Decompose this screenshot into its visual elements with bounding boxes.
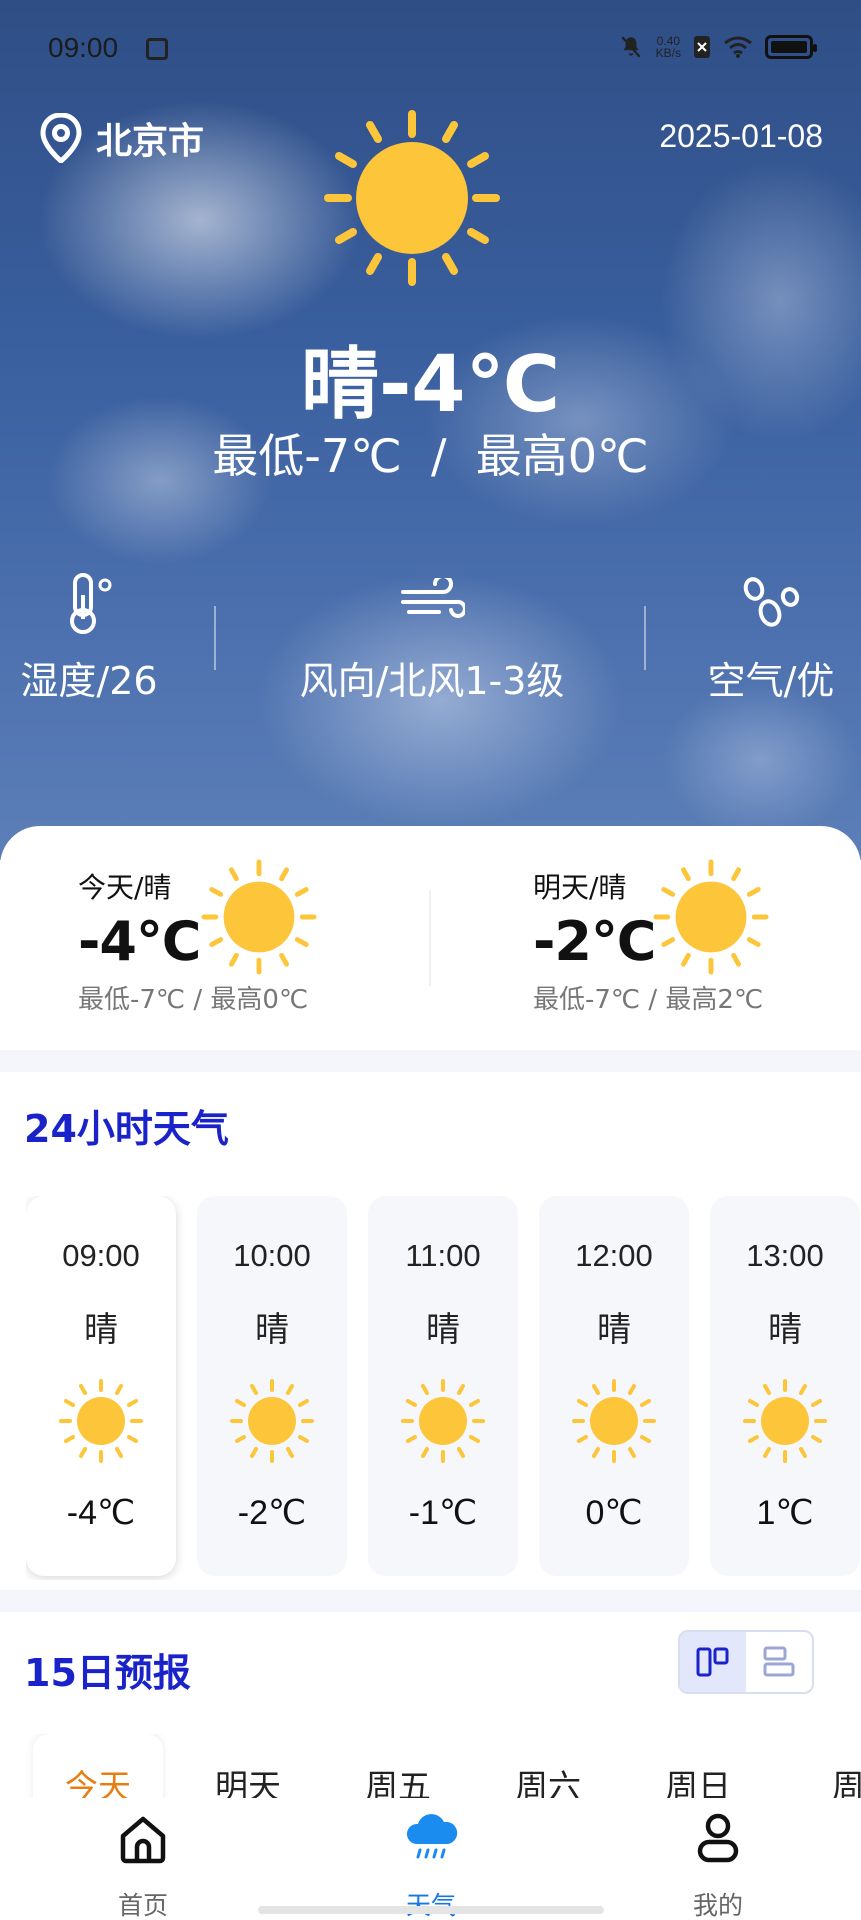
hourly-card[interactable]: 11:00 晴 -1℃: [368, 1196, 518, 1576]
hourly-card[interactable]: 13:00 晴 1℃: [710, 1196, 860, 1576]
home-indicator: [258, 1906, 604, 1914]
wind-metric: 风向/北风1-3级: [286, 570, 578, 705]
current-summary: 晴-4℃: [300, 340, 561, 430]
hour-temp: -4℃: [66, 1494, 136, 1532]
tomorrow-range: 最低-7℃ / 最高2℃: [533, 985, 764, 1015]
nav-mine-label: 我的: [692, 1891, 743, 1920]
hour-temp: -1℃: [408, 1494, 478, 1532]
list-view-button[interactable]: [746, 1632, 812, 1692]
location-pin-icon: [40, 113, 82, 163]
sunny-icon: [59, 1379, 143, 1463]
current-date: 2025-01-08: [659, 118, 823, 154]
battery-icon: [765, 35, 817, 59]
sim-icon: [694, 36, 710, 58]
mute-icon: [621, 36, 641, 58]
status-icons: 0.40 KB/s: [618, 34, 817, 60]
sunny-icon: [401, 1379, 485, 1463]
status-bar: 09:00 0.40 KB/s: [0, 28, 861, 72]
air-quality-label: 空气/优: [707, 659, 835, 703]
air-quality-icon: [743, 577, 800, 627]
status-time: 09:00: [48, 32, 119, 63]
sunny-icon: [324, 110, 500, 286]
home-icon: [120, 1816, 166, 1864]
bottom-nav: 首页 天气 我的: [0, 1800, 861, 1920]
day-tab[interactable]: 周五: [333, 1734, 463, 1798]
section-separator: [0, 1050, 861, 1072]
day-tab[interactable]: 明天: [183, 1734, 313, 1798]
hour-time: 10:00: [233, 1238, 311, 1273]
day-tab[interactable]: 周: [783, 1734, 861, 1798]
day-tabs[interactable]: 今天 明天 周五 周六 周日周: [0, 1734, 861, 1798]
view-toggle[interactable]: [678, 1630, 814, 1694]
nav-home-label: 首页: [117, 1891, 168, 1920]
nav-home[interactable]: 首页: [63, 1800, 223, 1920]
metric-divider: [644, 606, 646, 670]
city-name: 北京市: [96, 121, 205, 162]
sunny-icon: [653, 859, 769, 975]
hourly-card[interactable]: 10:00 晴 -2℃: [197, 1196, 347, 1576]
wind-icon: [401, 578, 465, 618]
forecast15-title: 15日预报: [24, 1651, 191, 1695]
hour-condition: 晴: [84, 1310, 118, 1350]
wind-label: 风向/北风1-3级: [299, 659, 565, 703]
metric-divider: [214, 606, 216, 670]
sunny-icon: [201, 859, 317, 975]
current-range: 最低-7℃ / 最高0℃: [212, 429, 649, 483]
hourly-card[interactable]: 09:00 晴 -4℃: [26, 1196, 176, 1576]
location[interactable]: 北京市: [40, 112, 204, 164]
humidity-metric: 湿度/26: [14, 570, 164, 705]
nav-weather[interactable]: 天气: [351, 1800, 511, 1920]
nav-weather-label: 天气: [351, 1886, 511, 1920]
sunny-icon: [743, 1379, 827, 1463]
hourly-list[interactable]: 09:00 晴 -4℃ 10:00 晴 -2℃ 11:00 晴 -1℃ 12:00 晴 0℃ 13:00…: [26, 1196, 861, 1580]
user-icon: [697, 1813, 739, 1863]
hour-time: 12:00: [575, 1238, 653, 1273]
hour-temp: 0℃: [585, 1494, 643, 1532]
list-view-icon: [763, 1646, 795, 1677]
hourly-card[interactable]: 12:00 晴 0℃: [539, 1196, 689, 1576]
hour-condition: 晴: [255, 1310, 289, 1350]
wifi-icon: [724, 36, 752, 58]
notification-icon: [146, 38, 168, 60]
net-speed: 0.40 KB/s: [656, 35, 681, 59]
weather-hero: 09:00 0.40 KB/s 北京市 2025-01-08 晴-4℃ 最低-7…: [0, 0, 861, 860]
column-view-button[interactable]: [680, 1632, 746, 1692]
hour-time: 13:00: [746, 1238, 824, 1273]
hour-temp: 1℃: [756, 1494, 814, 1532]
hour-time: 11:00: [405, 1238, 481, 1273]
hourly-title: 24小时天气: [24, 1107, 229, 1151]
thermometer-icon: [70, 573, 112, 634]
day-tab[interactable]: 周日: [633, 1734, 763, 1798]
hour-condition: 晴: [597, 1310, 631, 1350]
hour-temp: -2℃: [237, 1494, 307, 1532]
hour-condition: 晴: [768, 1310, 802, 1350]
day-tab[interactable]: 周六: [483, 1734, 613, 1798]
day-tab[interactable]: 今天: [33, 1734, 163, 1798]
hour-condition: 晴: [426, 1310, 460, 1350]
net-speed-unit: KB/s: [655, 46, 681, 60]
rain-cloud-icon: [406, 1814, 458, 1859]
sunny-icon: [230, 1379, 314, 1463]
column-view-icon: [696, 1647, 729, 1677]
card-divider: [429, 890, 431, 986]
sunny-icon: [572, 1379, 656, 1463]
humidity-label: 湿度/26: [20, 659, 158, 703]
today-range: 最低-7℃ / 最高0℃: [78, 985, 309, 1015]
section-separator: [0, 1590, 861, 1612]
nav-mine[interactable]: 我的: [638, 1800, 798, 1920]
weather-metrics: 湿度/26 风向/北风1-3级 空气/优: [0, 570, 861, 710]
hour-time: 09:00: [62, 1238, 140, 1273]
air-quality-metric: 空气/优: [696, 570, 846, 705]
